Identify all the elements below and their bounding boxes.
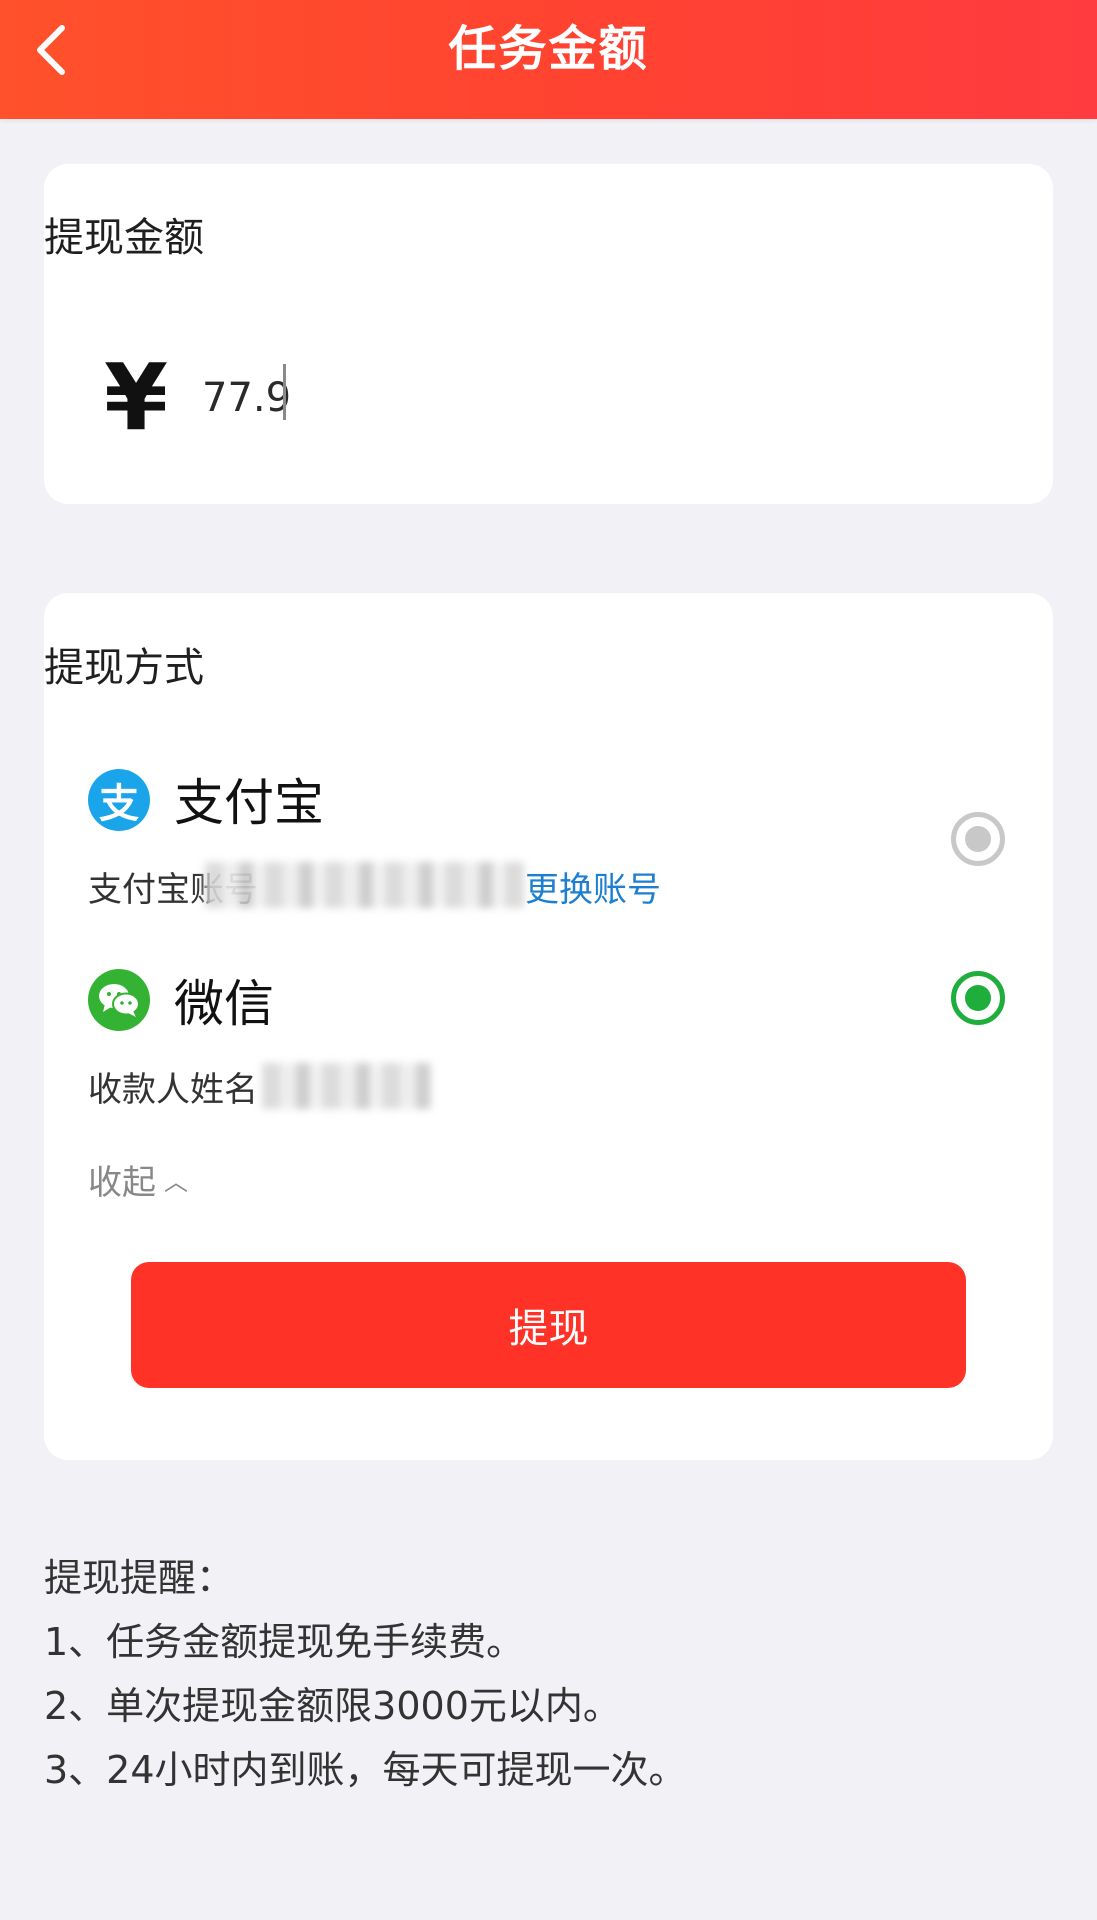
text-cursor — [283, 364, 286, 420]
collapse-label: 收起 — [88, 1163, 156, 1203]
note-item: 1、任务金额提现免手续费。 — [44, 1620, 525, 1664]
withdraw-notes: 提现提醒： 1、任务金额提现免手续费。 2、单次提现金额限3000元以内。 3、… — [44, 1546, 1044, 1802]
wechat-bubbles-icon — [99, 984, 140, 1017]
amount-section-title: 提现金额 — [44, 215, 204, 261]
wechat-radio[interactable] — [951, 971, 1005, 1025]
top-bar: 任务金额 — [0, 0, 1097, 119]
method-section-title: 提现方式 — [44, 645, 204, 691]
wechat-icon — [88, 969, 150, 1031]
note-item: 3、24小时内到账，每天可提现一次。 — [44, 1748, 687, 1792]
payee-name-label: 收款人姓名 — [88, 1070, 258, 1110]
masked-payee-name — [262, 1063, 432, 1109]
alipay-radio[interactable] — [951, 812, 1005, 866]
amount-input[interactable] — [202, 362, 802, 434]
chevron-up-icon: ︿ — [164, 1168, 188, 1196]
alipay-icon: 支 — [88, 769, 150, 831]
note-item: 2、单次提现金额限3000元以内。 — [44, 1684, 621, 1728]
alipay-option-label[interactable]: 支付宝 — [174, 772, 324, 834]
wechat-option-label[interactable]: 微信 — [174, 973, 274, 1035]
change-account-link[interactable]: 更换账号 — [525, 866, 661, 914]
masked-account-number — [205, 862, 525, 908]
notes-title: 提现提醒： — [44, 1556, 235, 1600]
collapse-toggle[interactable]: 收起 ︿ — [88, 1158, 188, 1207]
page-title: 任务金额 — [448, 21, 649, 77]
currency-symbol: ¥ — [104, 344, 169, 451]
withdraw-button[interactable]: 提现 — [131, 1262, 966, 1388]
